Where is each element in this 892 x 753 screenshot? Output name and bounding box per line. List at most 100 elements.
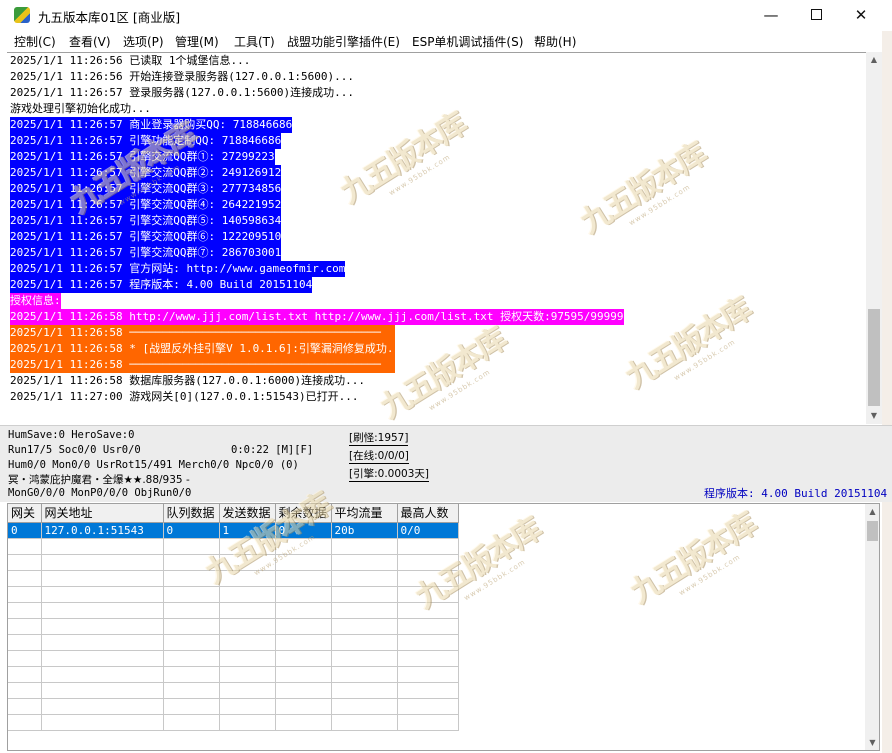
close-button[interactable]: ✕	[838, 0, 884, 31]
empty-cell	[275, 650, 332, 667]
log-line: 2025/1/1 11:26:57 引擎功能定制QQ: 718846686	[10, 133, 282, 149]
empty-cell	[8, 586, 42, 603]
log-line: 2025/1/1 11:26:57 引擎交流QQ群③: 277734856	[10, 181, 282, 197]
empty-cell	[331, 586, 398, 603]
empty-cell	[397, 554, 459, 571]
empty-cell	[331, 714, 398, 731]
empty-cell	[275, 602, 332, 619]
empty-cell	[331, 634, 398, 651]
app-icon	[14, 7, 30, 23]
empty-cell	[275, 586, 332, 603]
menu-manage[interactable]: 管理(M)	[175, 33, 219, 50]
col-gateway[interactable]: 网关	[8, 504, 42, 523]
log-line: 2025/1/1 11:26:56 开始连接登录服务器(127.0.0.1:56…	[10, 70, 355, 83]
log-line: 2025/1/1 11:26:57 引擎交流QQ群⑥: 122209510	[10, 229, 282, 245]
col-address[interactable]: 网关地址	[41, 504, 164, 523]
empty-row	[8, 570, 459, 587]
empty-cell	[219, 650, 276, 667]
table-scrollbar[interactable]: ▲ ▼	[865, 504, 879, 750]
empty-cell	[163, 618, 220, 635]
log-scrollbar[interactable]: ▲ ▼	[866, 52, 882, 424]
empty-cell	[219, 602, 276, 619]
scroll-up-icon[interactable]: ▲	[866, 52, 882, 68]
empty-cell	[163, 714, 220, 731]
table-scroll-thumb[interactable]	[867, 521, 878, 541]
empty-cell	[163, 682, 220, 699]
empty-cell	[331, 570, 398, 587]
log-line: 2025/1/1 11:26:58 * [战盟反外挂引擎V 1.0.1.6]:引…	[10, 341, 407, 357]
col-max-users[interactable]: 最高人数	[397, 504, 459, 523]
empty-cell	[219, 698, 276, 715]
col-remaining[interactable]: 剩余数据	[275, 504, 332, 523]
status-counts: Hum0/0 Mon0/0 UsrRot15/491 Merch0/0 Npc0…	[8, 459, 299, 471]
table-scroll-down-icon[interactable]: ▼	[865, 735, 879, 750]
table-scroll-up-icon[interactable]: ▲	[865, 504, 879, 519]
log-line: 2025/1/1 11:26:57 引擎交流QQ群④: 264221952	[10, 197, 282, 213]
log-line: 2025/1/1 11:26:57 官方网站: http://www.gameo…	[10, 261, 346, 277]
log-line: 2025/1/1 11:26:57 引擎交流QQ群⑤: 140598634	[10, 213, 282, 229]
log-line: 2025/1/1 11:26:57 引擎交流QQ群①: 27299223	[10, 149, 275, 165]
menu-bar: 控制(C) 查看(V) 选项(P) 管理(M) 工具(T) 战盟功能引擎插件(E…	[0, 31, 892, 51]
empty-cell	[41, 634, 164, 651]
empty-row	[8, 554, 459, 571]
gateway-cell: 1	[219, 522, 276, 539]
empty-cell	[397, 634, 459, 651]
menu-help[interactable]: 帮助(H)	[534, 33, 576, 50]
maximize-icon	[810, 9, 822, 20]
gateway-row[interactable]: 0 127.0.0.1:51543 0 1 0 20b 0/0	[8, 522, 459, 539]
menu-options[interactable]: 选项(P)	[123, 33, 164, 50]
gateway-cell: 127.0.0.1:51543	[41, 522, 164, 539]
maximize-button[interactable]	[793, 0, 839, 31]
empty-cell	[8, 634, 42, 651]
log-line: 游戏处理引擎初始化成功...	[10, 102, 151, 115]
empty-cell	[41, 682, 164, 699]
status-timer: 0:0:22 [M][F]	[231, 444, 314, 456]
empty-cell	[397, 602, 459, 619]
status-monster: 冥・鸿蒙庇护魔君・全爆★★.88/935 -	[8, 474, 190, 486]
empty-cell	[331, 602, 398, 619]
menu-alliance-plugin[interactable]: 战盟功能引擎插件(E)	[287, 33, 400, 50]
minimize-button[interactable]: —	[748, 0, 794, 31]
menu-tools[interactable]: 工具(T)	[234, 33, 275, 50]
empty-cell	[397, 714, 459, 731]
gateway-header-row: 网关 网关地址 队列数据 发送数据 剩余数据 平均流量 最高人数	[8, 504, 459, 523]
menu-esp-plugin[interactable]: ESP单机调试插件(S)	[412, 33, 523, 50]
col-avg-traffic[interactable]: 平均流量	[331, 504, 398, 523]
log-line: 2025/1/1 11:26:58 http://www.jjj.com/lis…	[10, 309, 624, 325]
log-scroll-thumb[interactable]	[868, 309, 880, 406]
status-engine: [引擎:0.0003天]	[349, 468, 429, 482]
empty-row	[8, 618, 459, 635]
log-line: 2025/1/1 11:26:58 数据库服务器(127.0.0.1:6000)…	[10, 374, 366, 387]
empty-cell	[397, 538, 459, 555]
empty-cell	[163, 554, 220, 571]
log-line: 2025/1/1 11:27:00 游戏网关[0](127.0.0.1:5154…	[10, 390, 359, 403]
empty-row	[8, 682, 459, 699]
empty-cell	[397, 650, 459, 667]
title-bar[interactable]: 九五版本库01区 [商业版] — ✕	[0, 0, 892, 31]
empty-cell	[275, 666, 332, 683]
empty-cell	[275, 570, 332, 587]
empty-cell	[219, 570, 276, 587]
empty-cell	[331, 538, 398, 555]
menu-view[interactable]: 查看(V)	[69, 33, 111, 50]
empty-cell	[163, 538, 220, 555]
log-panel[interactable]: 2025/1/1 11:26:56 已读取 1个城堡信息... 2025/1/1 …	[7, 52, 866, 422]
gateway-table-panel: 网关 网关地址 队列数据 发送数据 剩余数据 平均流量 最高人数 0 127.0.…	[7, 503, 880, 751]
empty-cell	[8, 666, 42, 683]
empty-row	[8, 586, 459, 603]
empty-cell	[8, 538, 42, 555]
col-sent[interactable]: 发送数据	[219, 504, 276, 523]
empty-row	[8, 698, 459, 715]
empty-cell	[275, 618, 332, 635]
empty-cell	[331, 666, 398, 683]
empty-cell	[397, 682, 459, 699]
gateway-cell: 0/0	[397, 522, 459, 539]
empty-cell	[163, 634, 220, 651]
scroll-down-icon[interactable]: ▼	[866, 408, 882, 424]
menu-control[interactable]: 控制(C)	[14, 33, 56, 50]
empty-cell	[275, 714, 332, 731]
empty-cell	[41, 570, 164, 587]
empty-cell	[8, 554, 42, 571]
status-refresh: [刷怪:1957]	[349, 432, 409, 446]
col-queue[interactable]: 队列数据	[163, 504, 220, 523]
